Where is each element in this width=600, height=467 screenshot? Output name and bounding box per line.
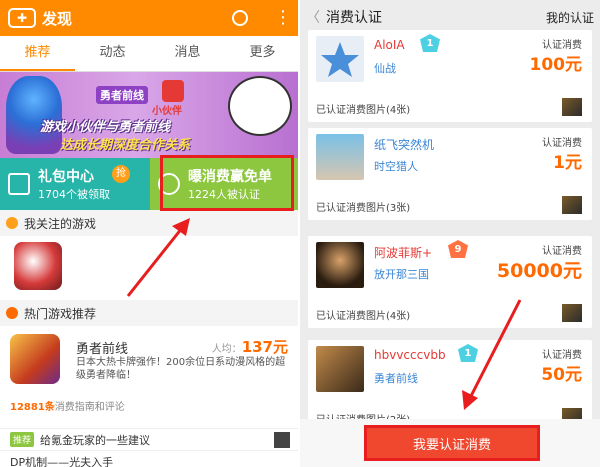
- hot-game-description: 日本大热卡牌强作！200余位日系动漫风格的超级勇者降临！: [76, 357, 286, 381]
- certified-images-count: 已认证消费图片(3张): [316, 203, 411, 214]
- tab-messages[interactable]: 消息: [150, 36, 225, 71]
- game-name[interactable]: 放开那三国: [374, 266, 429, 282]
- section-followed-games: 我关注的游戏: [0, 210, 300, 236]
- tab-recommend[interactable]: 推荐: [0, 36, 75, 71]
- gamepad-icon[interactable]: ✚: [8, 8, 36, 28]
- search-icon[interactable]: [232, 10, 248, 26]
- tip-tag: 推荐: [10, 432, 35, 447]
- avatar: [316, 134, 364, 180]
- review-count-value: 12881条: [10, 402, 55, 413]
- hot-game-name: 勇者前线: [76, 342, 129, 357]
- certification-card[interactable]: 纸飞突然机 时空猎人 认证消费 1元 已认证消费图片(3张): [308, 128, 592, 220]
- user-name[interactable]: 阿波菲斯+: [374, 244, 432, 261]
- gift-center-count: 1704个被领取: [38, 188, 110, 201]
- certified-amount: 50元: [541, 365, 582, 385]
- review-count-suffix: 消费指南和评论: [54, 402, 125, 413]
- tab-activity[interactable]: 动态: [75, 36, 150, 71]
- apply-certification-button[interactable]: 我要认证消费: [364, 425, 540, 461]
- star-icon: [321, 42, 359, 77]
- page-title: 消费认证: [326, 10, 382, 26]
- certified-label: 认证消费: [542, 138, 582, 149]
- tip-row[interactable]: DP机制——光夫入手: [0, 450, 300, 467]
- bottom-bar: 我要认证消费: [300, 419, 600, 467]
- annotation-highlight-box: [160, 155, 294, 211]
- avg-value: 137元: [241, 338, 288, 356]
- section-hot-games: 热门游戏推荐: [0, 300, 300, 326]
- banner-logo-icon: [162, 80, 184, 102]
- certification-card[interactable]: 阿波菲斯+ 9 放开那三国 认证消费 50000元 已认证消费图片(4张): [308, 236, 592, 328]
- tab-more[interactable]: 更多: [225, 36, 300, 71]
- hot-game-thumbnail: [10, 334, 60, 384]
- level-gem-icon: 1: [458, 344, 478, 362]
- receipt-thumbnail[interactable]: [562, 304, 582, 322]
- top-bar: 〈 消费认证 我的认证: [300, 0, 600, 34]
- section-hot-title: 热门游戏推荐: [24, 306, 97, 321]
- followed-games-list: [0, 236, 300, 300]
- avatar: [316, 36, 364, 82]
- followed-game-icon[interactable]: [14, 242, 62, 290]
- certified-amount: 50000元: [496, 260, 582, 282]
- avg-label: 人均：: [211, 344, 242, 355]
- tip-row[interactable]: 推荐 给氪金玩家的一些建议: [0, 428, 300, 450]
- more-vertical-icon[interactable]: ⋮: [274, 9, 292, 27]
- banner-logo-partner: 小伙伴: [152, 106, 182, 117]
- banner-logo-brave-frontier: 勇者前线: [96, 86, 148, 104]
- app-title: 发现: [42, 9, 73, 28]
- certified-label: 认证消费: [542, 246, 582, 257]
- certified-amount: 1元: [553, 153, 582, 173]
- tab-bar: 推荐 动态 消息 更多: [0, 36, 300, 72]
- top-bar: ✚ 发现 ⋮: [0, 0, 300, 36]
- tip-text: DP机制——光夫入手: [10, 455, 114, 467]
- banner-headline: 游戏小伙伴与勇者前线: [40, 120, 171, 135]
- section-followed-title: 我关注的游戏: [24, 216, 97, 231]
- hot-game-review-count: 12881条消费指南和评论: [10, 398, 125, 413]
- gift-icon: [8, 173, 30, 195]
- tip-text: 给氪金玩家的一些建议: [40, 433, 151, 447]
- game-name[interactable]: 时空猎人: [374, 158, 418, 174]
- certified-images-count: 已认证消费图片(4张): [316, 311, 411, 322]
- certified-images-count: 已认证消费图片(4张): [316, 105, 411, 116]
- star-icon: [6, 217, 18, 229]
- gift-center-button[interactable]: 礼包中心 1704个被领取 抢: [0, 158, 150, 210]
- hot-game-average: 人均：137元: [212, 336, 288, 357]
- avatar: [316, 242, 364, 288]
- level-gem-icon: 9: [448, 240, 468, 258]
- gift-center-title: 礼包中心: [38, 169, 94, 185]
- user-name[interactable]: 纸飞突然机: [374, 136, 434, 153]
- certification-screen: 〈 消费认证 我的认证 AloIA 1 仙战 认证消费 100元 已认证消费图片…: [300, 0, 600, 467]
- hot-icon: [6, 307, 18, 319]
- certification-card[interactable]: AloIA 1 仙战 认证消费 100元 已认证消费图片(4张): [308, 30, 592, 122]
- promo-banner[interactable]: 勇者前线 小伙伴 游戏小伙伴与勇者前线 达成长期深度合作关系: [0, 72, 300, 158]
- receipt-thumbnail[interactable]: [562, 196, 582, 214]
- hot-game-card[interactable]: 勇者前线 人均：137元 日本大热卡牌强作！200余位日系动漫风格的超级勇者降临…: [0, 326, 300, 428]
- certified-label: 认证消费: [542, 40, 582, 51]
- game-name[interactable]: 勇者前线: [374, 370, 418, 386]
- banner-subheadline: 达成长期深度合作关系: [60, 138, 191, 153]
- game-name[interactable]: 仙战: [374, 60, 396, 76]
- user-name[interactable]: hbvvcccvbb: [374, 348, 446, 362]
- grab-badge: 抢: [112, 165, 130, 183]
- user-name[interactable]: AloIA: [374, 38, 405, 52]
- my-certification-link[interactable]: 我的认证: [546, 9, 594, 26]
- discover-screen: ✚ 发现 ⋮ 推荐 动态 消息 更多 勇者前线 小伙伴 游戏小伙伴与勇者前线 达…: [0, 0, 300, 467]
- certified-amount: 100元: [529, 55, 583, 75]
- avatar: [316, 346, 364, 392]
- back-icon[interactable]: 〈: [306, 7, 320, 27]
- banner-character-image: [6, 76, 62, 154]
- receipt-thumbnail[interactable]: [562, 98, 582, 116]
- avatar: [274, 431, 290, 448]
- level-gem-icon: 1: [420, 34, 440, 52]
- banner-mascot-image: [228, 76, 292, 136]
- certified-label: 认证消费: [542, 350, 582, 361]
